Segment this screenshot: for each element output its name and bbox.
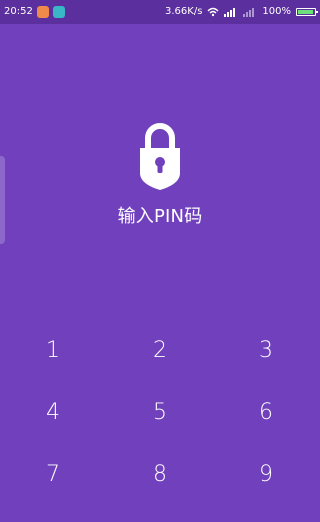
key-1[interactable]: 1 bbox=[29, 333, 77, 369]
network-speed: 3.66K/s bbox=[165, 6, 203, 17]
lock-icon bbox=[140, 123, 180, 190]
side-drag-tab[interactable] bbox=[0, 156, 5, 244]
pin-keypad: 1 2 3 4 5 6 7 8 9 bbox=[0, 333, 320, 503]
key-3[interactable]: 3 bbox=[242, 333, 290, 369]
status-bar: 20:52 3.66K/s 100% bbox=[0, 0, 320, 24]
status-time: 20:52 bbox=[4, 6, 33, 17]
battery-icon bbox=[296, 8, 318, 16]
battery-percent: 100% bbox=[262, 6, 291, 17]
signal-icon bbox=[224, 8, 236, 17]
key-6[interactable]: 6 bbox=[242, 395, 290, 431]
signal-icon bbox=[243, 8, 255, 17]
key-7[interactable]: 7 bbox=[29, 457, 77, 493]
pin-title: 输入PIN码 bbox=[117, 206, 203, 227]
teal-app-icon bbox=[52, 6, 65, 18]
wifi-icon bbox=[207, 7, 219, 17]
key-9[interactable]: 9 bbox=[242, 457, 290, 493]
key-2[interactable]: 2 bbox=[136, 333, 184, 369]
key-5[interactable]: 5 bbox=[136, 395, 184, 431]
status-left: 20:52 bbox=[4, 0, 65, 24]
key-4[interactable]: 4 bbox=[29, 395, 77, 431]
status-right: 3.66K/s 100% bbox=[165, 0, 318, 24]
orange-app-icon bbox=[36, 6, 49, 18]
key-8[interactable]: 8 bbox=[136, 457, 184, 493]
